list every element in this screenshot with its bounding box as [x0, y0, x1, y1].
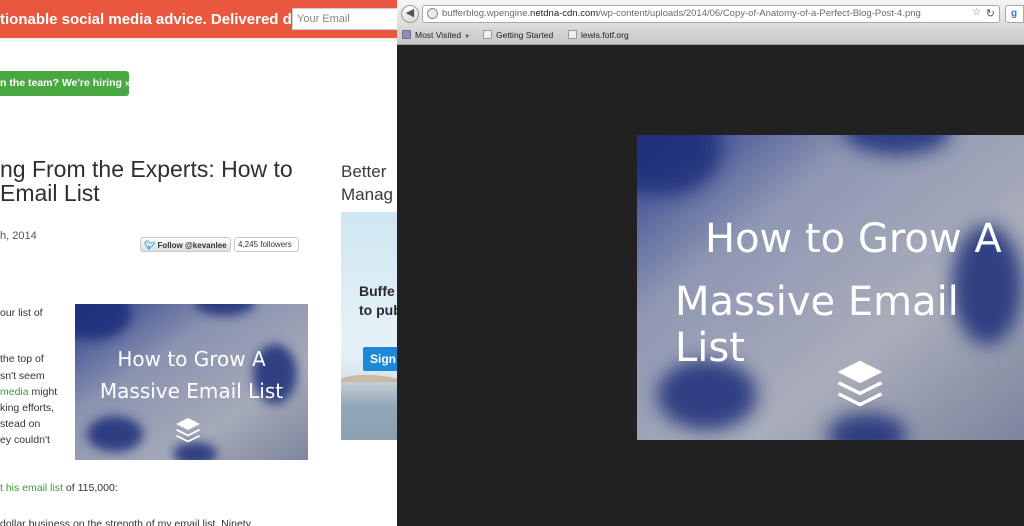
viewed-image: How to Grow A Massive Email List — [637, 135, 1024, 440]
body-text-line: sn't seem — [0, 370, 45, 382]
bookmark-getting-started[interactable]: Getting Started — [483, 30, 553, 40]
image-headline-line: How to Grow A — [705, 216, 1002, 262]
page-icon — [483, 30, 492, 39]
email-list-link[interactable]: t his email list — [0, 482, 63, 494]
bookmark-star-icon[interactable]: ☆ — [972, 7, 981, 18]
article-title-line: ng From the Experts: How to — [0, 156, 293, 182]
back-button[interactable]: ◀ — [401, 5, 419, 23]
address-bar[interactable]: bufferblog.wpengine.netdna-cdn.com/wp-co… — [422, 5, 1000, 23]
ad-sea — [341, 382, 397, 440]
body-text-line: dollar business on the strength of my em… — [0, 518, 251, 526]
bookmark-most-visited[interactable]: Most Visited ▼ — [402, 30, 470, 40]
body-text-line: king efforts, — [0, 402, 55, 414]
page-icon — [568, 30, 577, 39]
reload-icon[interactable]: ↻ — [986, 7, 995, 20]
bookmark-lewis-fotf[interactable]: lewis.fotf.org — [568, 30, 629, 40]
browser-window: ◀ bufferblog.wpengine.netdna-cdn.com/wp-… — [397, 0, 1024, 526]
body-text-line: the top of — [0, 353, 44, 365]
buffer-stack-icon — [837, 360, 883, 407]
article-title-line: Email List — [0, 180, 100, 206]
article-date: h, 2014 — [0, 230, 37, 242]
body-text-line: media might — [0, 386, 58, 398]
ad-headline: Buffe to pub — [359, 283, 397, 318]
search-engine-box[interactable]: g — [1005, 5, 1024, 23]
social-media-link[interactable]: media — [0, 386, 29, 398]
folder-icon — [402, 30, 411, 39]
body-text-line: our list of — [0, 307, 43, 319]
hiring-button[interactable]: n the team? We're hiring » — [0, 71, 131, 96]
twitter-follow-button[interactable]: 🐦︎ Follow @kevanlee — [140, 237, 231, 252]
follow-label: Follow @kevanlee — [157, 241, 227, 250]
article-hero-image: How to Grow A Massive Email List — [75, 304, 308, 460]
globe-icon — [427, 8, 438, 19]
article-title: ng From the Experts: How to Email List — [0, 157, 300, 205]
banner-shadow — [0, 38, 397, 42]
blog-page: tionable social media advice. Delivered … — [0, 0, 397, 526]
twitter-bird-icon: 🐦︎ — [144, 240, 156, 250]
ad-signup-button[interactable]: Sign — [363, 347, 397, 371]
buffer-sidebar-ad[interactable]: Buffe to pub Sign — [341, 212, 397, 440]
body-text-line: ey couldn't — [0, 434, 50, 446]
bookmarks-toolbar: Most Visited ▼ Getting Started lewis.fotf… — [397, 28, 1024, 45]
browser-toolbar: ◀ bufferblog.wpengine.netdna-cdn.com/wp-… — [397, 0, 1024, 28]
banner-tagline: tionable social media advice. Delivered … — [0, 11, 320, 28]
image-headline-line: How to Grow A — [117, 347, 266, 371]
buffer-stack-icon — [176, 418, 200, 443]
google-icon: g — [1011, 8, 1018, 19]
url-text[interactable]: bufferblog.wpengine.netdna-cdn.com/wp-co… — [442, 8, 921, 19]
chevron-down-icon: ▼ — [464, 34, 471, 40]
body-text-line: t his email list of 115,000: — [0, 482, 118, 494]
sidebar-heading: Better Manag — [341, 162, 393, 204]
image-headline-line: Massive Email List — [99, 379, 284, 403]
email-signup-input[interactable] — [292, 8, 397, 30]
followers-count: 4,245 followers — [234, 237, 299, 252]
body-text-line: stead on — [0, 418, 41, 430]
newsletter-banner: tionable social media advice. Delivered … — [0, 0, 397, 38]
